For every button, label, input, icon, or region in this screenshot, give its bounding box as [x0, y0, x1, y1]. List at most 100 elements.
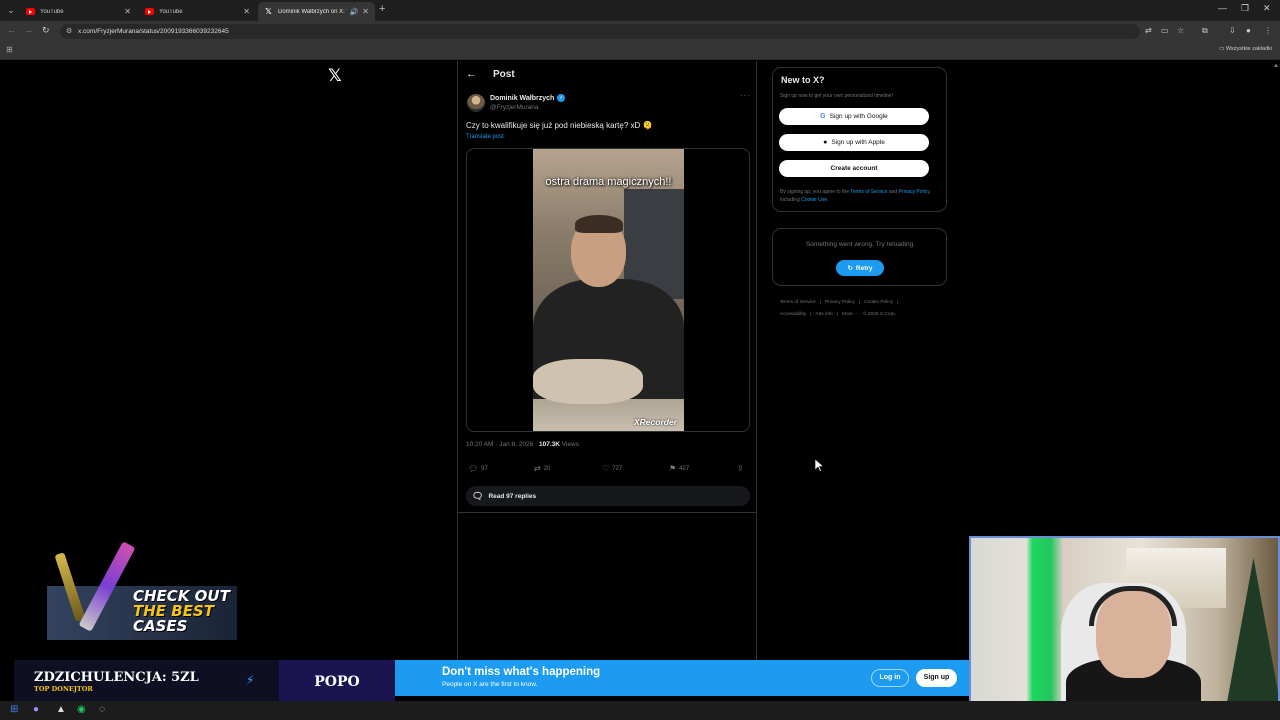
bookmark-star-icon[interactable]: ☆ — [1177, 26, 1184, 35]
site-info-icon[interactable]: ⚙ — [66, 24, 72, 39]
extensions-icon[interactable]: ⧉ — [1202, 26, 1208, 36]
tweet-media[interactable]: ostra drama magicznych!! XRecorder — [466, 148, 750, 432]
translate-post-link[interactable]: Translate post — [466, 134, 504, 140]
downloads-icon[interactable]: ⇩ — [1229, 26, 1236, 35]
page-title: Post — [493, 68, 515, 80]
signup-title: New to X? — [781, 75, 825, 85]
all-bookmarks[interactable]: ▭ Wszystkie zakładki — [1219, 46, 1272, 52]
restore-icon[interactable]: ❐ — [1241, 3, 1249, 14]
repost-button[interactable]: ⇄ 20 — [534, 464, 550, 473]
footer-sep: | — [897, 300, 899, 305]
close-tab-icon[interactable]: ✕ — [362, 7, 369, 16]
create-account-button[interactable]: Create account — [779, 160, 929, 177]
views-label: Views — [559, 441, 579, 448]
reply-button[interactable]: 💬︎ 97 — [468, 464, 488, 473]
reply-count: 97 — [481, 465, 488, 472]
share-icon: ⇪ — [737, 464, 744, 473]
back-icon[interactable]: ← — [7, 25, 16, 35]
app-icon[interactable]: ◌ — [99, 704, 105, 715]
login-button[interactable]: Log in — [871, 669, 909, 687]
legal-prefix: By signing up, you agree to the — [780, 189, 851, 195]
google-signup-button[interactable]: G Sign up with Google — [779, 108, 929, 125]
x-logo-icon[interactable]: 𝕏 — [328, 66, 342, 86]
start-icon[interactable]: ⊞ — [10, 704, 18, 715]
tab-title: Dominik Wałbrzych on X: " — [278, 8, 347, 15]
tab-youtube-1[interactable]: YouTube ✕ — [20, 2, 137, 21]
signup-button[interactable]: Sign up — [916, 669, 957, 687]
footer-terms[interactable]: Terms of Service — [780, 300, 816, 305]
apps-grid-icon[interactable]: ⊞ — [6, 45, 13, 54]
privacy-link[interactable]: Privacy Policy — [899, 189, 930, 195]
divider — [458, 512, 756, 513]
chat-bubble-icon: 🗨︎ — [472, 490, 484, 501]
post-timestamp[interactable]: 10:20 AM · Jan 8, 2026 · — [466, 441, 539, 448]
signup-card: New to X? Sign up now to get your own pe… — [772, 67, 947, 212]
menu-icon[interactable]: ⋮ — [1264, 26, 1272, 35]
video-watermark: XRecorder — [634, 417, 677, 427]
repost-count: 20 — [543, 465, 551, 472]
tab-youtube-2[interactable]: YouTube ✕ — [139, 2, 256, 21]
tweet-text: Czy to kwalifikuje się już pod niebieską… — [466, 121, 653, 130]
tab-x-post[interactable]: 𝕏 Dominik Wałbrzych on X: " 🔊 ✕ — [258, 2, 375, 21]
tos-link[interactable]: Terms of Service — [850, 189, 887, 195]
cookie-link[interactable]: Cookie Use. — [801, 197, 828, 203]
browser-tab-bar: ⌄ YouTube ✕ YouTube ✕ 𝕏 Dominik Wałbrzyc… — [0, 0, 1280, 21]
share-button[interactable]: ⇪ — [737, 464, 747, 473]
verified-badge-icon: ✓ — [557, 94, 566, 102]
more-options-icon[interactable]: ··· — [740, 91, 751, 100]
scroll-up-icon[interactable]: ▲ — [1273, 63, 1279, 69]
donor-overlay: ZDZICHULENCJA: 5ZL TOP DONEJTOR ⚡︎ POPO — [14, 660, 395, 705]
promo-text: CHECK OUT THE BEST CASES — [133, 589, 230, 634]
apple-signup-button[interactable]: ● Sign up with Apple — [779, 134, 929, 151]
chrome-icon[interactable]: ◉ — [77, 704, 86, 715]
footer-cookie[interactable]: Cookie Policy — [864, 300, 893, 305]
footer-sep: | — [819, 300, 821, 305]
close-tab-icon[interactable]: ✕ — [124, 7, 131, 16]
footer-accessibility[interactable]: Accessibility — [780, 312, 806, 317]
new-tab-icon[interactable]: + — [379, 3, 385, 15]
post-meta: 10:20 AM · Jan 8, 2026 · 107.3K Views — [466, 441, 579, 448]
youtube-icon — [26, 8, 35, 15]
cast-icon[interactable]: ▭ — [1161, 26, 1169, 35]
bookmark-button[interactable]: ⚑ 427 — [669, 464, 689, 473]
read-replies-button[interactable]: 🗨︎ Read 97 replies — [466, 486, 750, 506]
footer-privacy[interactable]: Privacy Policy — [825, 300, 855, 305]
signup-banner: Don't miss what's happening People on X … — [395, 660, 970, 696]
avatar[interactable] — [467, 94, 485, 112]
retry-button[interactable]: ↻ Retry — [836, 260, 884, 276]
footer-more[interactable]: More ··· — [842, 312, 859, 317]
close-window-icon[interactable]: ✕ — [1263, 3, 1271, 14]
footer-ads[interactable]: Ads info — [815, 312, 832, 317]
translate-icon[interactable]: ⇄ — [1145, 26, 1152, 35]
error-message: Something went wrong. Try reloading. — [805, 241, 916, 248]
youtube-icon — [145, 8, 154, 15]
minimize-icon[interactable]: — — [1218, 3, 1227, 13]
google-signup-label: Sign up with Google — [829, 113, 888, 120]
forward-icon[interactable]: → — [24, 25, 33, 35]
read-replies-label: Read 97 replies — [488, 492, 537, 500]
author-handle[interactable]: @FryzjerMurana — [490, 104, 539, 111]
video-player[interactable]: ostra drama magicznych!! XRecorder — [533, 149, 684, 431]
address-bar[interactable]: ⚙ x.com/FryzjerMurana/status/20091933660… — [60, 24, 1140, 39]
speaker-icon[interactable]: 🔊 — [350, 8, 359, 16]
legal-and: and — [887, 189, 899, 195]
app-icon[interactable]: ▲ — [56, 704, 66, 715]
post-header: ← Post — [466, 68, 515, 80]
heart-icon: ♡ — [602, 464, 610, 473]
author-name[interactable]: Dominik Wałbrzych ✓ — [490, 94, 566, 102]
author-name-text: Dominik Wałbrzych — [490, 94, 555, 102]
like-button[interactable]: ♡ 727 — [602, 464, 622, 473]
signup-subtitle: Sign up now to get your own personalized… — [780, 93, 893, 99]
reload-icon[interactable]: ↻ — [42, 25, 50, 36]
video-caption: ostra drama magicznych!! — [545, 176, 672, 188]
google-icon: G — [820, 113, 826, 120]
profile-icon[interactable]: ● — [1246, 26, 1251, 35]
views-count: 107.3K — [539, 441, 560, 448]
close-tab-icon[interactable]: ✕ — [243, 7, 250, 16]
tab-search-icon[interactable]: ⌄ — [4, 3, 18, 17]
app-icon[interactable]: ● — [33, 704, 39, 715]
refresh-icon: ↻ — [847, 265, 853, 272]
all-bookmarks-label: Wszystkie zakładki — [1225, 46, 1272, 52]
footer-sep: | — [858, 300, 861, 305]
back-arrow-icon[interactable]: ← — [466, 68, 477, 80]
